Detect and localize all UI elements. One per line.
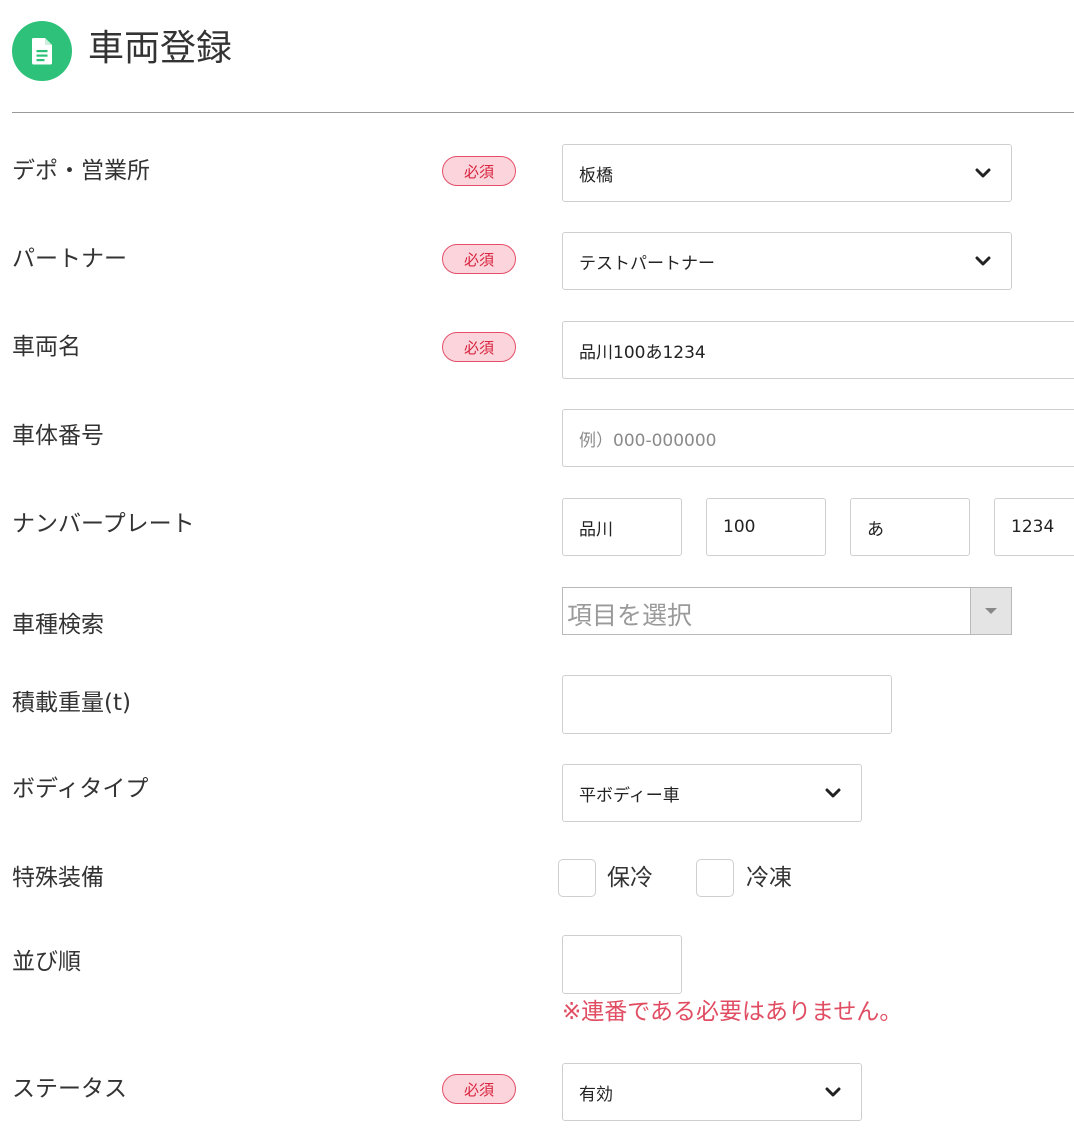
refrigerated-checkbox[interactable] bbox=[558, 859, 596, 897]
required-badge: 必須 bbox=[442, 156, 516, 186]
depot-label: デポ・営業所 bbox=[12, 158, 150, 184]
caret-down-icon[interactable] bbox=[970, 588, 1011, 634]
vehicle-type-search-select[interactable]: 項目を選択 bbox=[562, 587, 1012, 635]
partner-label: パートナー bbox=[12, 246, 127, 272]
required-badge: 必須 bbox=[442, 1074, 516, 1104]
vehicle-name-label: 車両名 bbox=[12, 334, 81, 360]
load-capacity-input[interactable] bbox=[562, 675, 892, 734]
body-type-select-value: 平ボディー車 bbox=[579, 785, 680, 806]
partner-select[interactable]: テストパートナー bbox=[562, 232, 1012, 290]
chassis-number-label: 車体番号 bbox=[12, 423, 104, 449]
depot-select[interactable]: 板橋 bbox=[562, 144, 1012, 202]
partner-select-value: テストパートナー bbox=[579, 253, 715, 274]
required-badge: 必須 bbox=[442, 332, 516, 362]
chevron-down-icon bbox=[825, 788, 841, 798]
special-equipment-label: 特殊装備 bbox=[12, 865, 104, 891]
chevron-down-icon bbox=[825, 1087, 841, 1097]
depot-select-value: 板橋 bbox=[579, 165, 613, 186]
refrigerated-label[interactable]: 保冷 bbox=[607, 863, 653, 893]
frozen-label[interactable]: 冷凍 bbox=[746, 863, 792, 893]
body-type-select[interactable]: 平ボディー車 bbox=[562, 764, 862, 822]
vehicle-name-input[interactable]: 品川100あ1234 bbox=[562, 321, 1074, 379]
header-divider bbox=[12, 112, 1074, 113]
status-label: ステータス bbox=[12, 1076, 127, 1102]
chevron-down-icon bbox=[975, 168, 991, 178]
vehicle-type-search-placeholder: 項目を選択 bbox=[567, 601, 693, 630]
sort-order-label: 並び順 bbox=[12, 949, 81, 975]
number-plate-label: ナンバープレート bbox=[12, 511, 195, 537]
body-type-label: ボディタイプ bbox=[12, 776, 149, 802]
frozen-checkbox[interactable] bbox=[696, 859, 734, 897]
vehicle-type-search-label: 車種検索 bbox=[12, 612, 104, 638]
load-capacity-label: 積載重量(t) bbox=[12, 690, 131, 716]
chassis-number-input[interactable]: 例）000-000000 bbox=[562, 409, 1074, 467]
status-select-value: 有効 bbox=[579, 1084, 613, 1105]
plate-class-input[interactable]: 100 bbox=[706, 498, 826, 556]
required-badge: 必須 bbox=[442, 244, 516, 274]
plate-kana-input[interactable]: あ bbox=[850, 498, 970, 556]
document-icon bbox=[12, 21, 72, 81]
page-title: 車両登録 bbox=[88, 28, 233, 69]
chevron-down-icon bbox=[975, 256, 991, 266]
plate-region-input[interactable]: 品川 bbox=[562, 498, 682, 556]
status-select[interactable]: 有効 bbox=[562, 1063, 862, 1121]
plate-number-input[interactable]: 1234 bbox=[994, 498, 1074, 556]
sort-order-note: ※連番である必要はありません。 bbox=[562, 999, 903, 1025]
sort-order-input[interactable] bbox=[562, 935, 682, 994]
